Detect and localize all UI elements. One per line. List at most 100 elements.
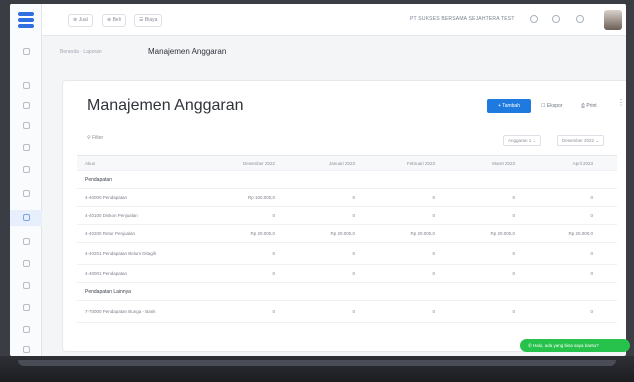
amount-cell — [517, 283, 593, 300]
account-cell: 4-40201 Pendapatan Belum Ditagih — [85, 250, 157, 256]
table-row[interactable]: 4-40200 Retur Penjualan Rp 20.000,0 Rp 20.… — [77, 225, 617, 243]
breadcrumb-reports[interactable]: Laporan — [83, 49, 101, 55]
sell-button[interactable]: ⊕ Jual — [68, 14, 93, 27]
amount-cell[interactable]: Rp 20.000,0 — [357, 225, 435, 242]
amount-cell — [197, 283, 275, 300]
amount-cell[interactable]: 0 — [517, 243, 593, 264]
products-icon[interactable] — [23, 166, 30, 173]
amount-cell[interactable]: Rp 100.000,0 — [197, 189, 275, 206]
amount-cell[interactable]: 0 — [277, 189, 355, 206]
amount-cell[interactable]: 0 — [437, 265, 515, 282]
header-jan-2023: Januari 2023 — [328, 160, 355, 166]
account-cell: 4-40100 Diskon Penjualan — [85, 213, 138, 218]
amount-cell — [517, 171, 593, 188]
breadcrumb: Beranda · Laporan — [60, 49, 102, 55]
header-account: Akun — [85, 160, 96, 166]
amount-cell[interactable]: 0 — [437, 189, 515, 206]
app-screen: ⊕ Jual ⊕ Beli ☰ Biaya PT SUKSES BERSAMA … — [10, 4, 626, 356]
monitor-stand-edge — [18, 360, 616, 366]
breadcrumb-current: Manajemen Anggaran — [148, 47, 227, 56]
amount-cell[interactable]: 0 — [197, 301, 275, 322]
more-options-icon[interactable]: ⋮ — [617, 98, 625, 107]
table-row[interactable]: 4-40001 Pendapatan 0 0 0 0 0 — [77, 265, 617, 283]
amount-cell — [437, 171, 515, 188]
amount-cell[interactable]: 0 — [197, 207, 275, 224]
reports-icon[interactable] — [23, 214, 30, 221]
amount-cell — [277, 283, 355, 300]
amount-cell[interactable]: 0 — [277, 301, 355, 322]
section-row: Pendapatan Lainnya — [77, 283, 617, 301]
amount-cell[interactable]: 0 — [357, 265, 435, 282]
amount-cell[interactable]: 0 — [357, 243, 435, 264]
settings-menu-icon[interactable] — [23, 304, 30, 311]
filter-button[interactable]: ⚲ Filter — [87, 135, 103, 141]
amount-cell — [437, 283, 515, 300]
amount-cell[interactable]: 0 — [357, 301, 435, 322]
export-button[interactable]: ☐ Ekspor — [541, 99, 562, 113]
account-cell: 4-40001 Pendapatan — [85, 271, 128, 276]
amount-cell[interactable]: Rp 20.000,0 — [277, 225, 355, 242]
buy-button[interactable]: ⊕ Beli — [102, 14, 126, 27]
table-header: Akun Desember 2022 Januari 2023 Februari… — [77, 155, 617, 171]
table-row[interactable]: 7-70000 Pendapatan Bunga - Bank 0 0 0 0 0 — [77, 301, 617, 323]
account-cell: Pendapatan — [85, 176, 112, 183]
account-cell: 4-40200 Retur Penjualan — [85, 231, 136, 236]
amount-cell[interactable]: 0 — [517, 207, 593, 224]
section-row: Pendapatan — [77, 171, 617, 189]
table-row[interactable]: 4-40000 Pendapatan Rp 100.000,0 0 0 0 0 — [77, 189, 617, 207]
header-dec-2022: Desember 2022 — [242, 160, 275, 166]
contacts-icon[interactable] — [23, 144, 30, 151]
breadcrumb-home[interactable]: Beranda — [60, 49, 79, 55]
more-icon[interactable] — [23, 326, 30, 333]
table-row[interactable]: 4-40100 Diskon Penjualan 0 0 0 0 0 — [77, 207, 617, 225]
table-row[interactable]: 4-40201 Pendapatan Belum Ditagih 0 0 0 0 0 — [77, 243, 617, 265]
amount-cell[interactable]: 0 — [437, 243, 515, 264]
amount-cell[interactable]: 0 — [437, 301, 515, 322]
dashboard-icon[interactable] — [23, 48, 30, 55]
accounts-icon[interactable] — [23, 238, 30, 245]
amount-cell[interactable]: 0 — [517, 265, 593, 282]
print-button[interactable]: ⎙ Print — [581, 99, 597, 113]
purchase-icon[interactable] — [23, 102, 30, 109]
amount-cell[interactable]: 0 — [437, 207, 515, 224]
sales-icon[interactable] — [23, 82, 30, 89]
budget-table: Akun Desember 2022 Januari 2023 Februari… — [77, 155, 617, 323]
amount-cell — [197, 171, 275, 188]
avatar[interactable] — [604, 10, 622, 30]
help-icon[interactable] — [530, 15, 538, 23]
account-cell: Pendapatan Lainnya — [85, 288, 131, 295]
collapse-icon[interactable] — [23, 346, 30, 353]
inventory-icon[interactable] — [23, 282, 30, 289]
expense-icon[interactable] — [23, 122, 30, 129]
header-feb-2023: Februari 2023 — [406, 160, 435, 166]
page-title: Manajemen Anggaran — [87, 97, 244, 114]
period-select[interactable]: Desember 2022 ⌄ — [557, 135, 605, 146]
account-cell: 4-40000 Pendapatan — [85, 195, 128, 200]
app-logo[interactable] — [18, 12, 34, 32]
top-bar: ⊕ Jual ⊕ Beli ☰ Biaya PT SUKSES BERSAMA … — [42, 4, 626, 36]
amount-cell[interactable]: 0 — [357, 189, 435, 206]
amount-cell[interactable]: 0 — [197, 265, 275, 282]
budget-select[interactable]: Anggaran 1 ⌄ — [503, 135, 542, 146]
amount-cell[interactable]: 0 — [517, 301, 593, 322]
amount-cell[interactable]: Rp 20.000,0 — [437, 225, 515, 242]
amount-cell[interactable]: Rp 20.000,0 — [197, 225, 275, 242]
amount-cell[interactable]: 0 — [357, 207, 435, 224]
expense-button[interactable]: ☰ Biaya — [134, 14, 163, 27]
notification-icon[interactable] — [576, 15, 584, 23]
add-budget-button[interactable]: + Tambah — [487, 99, 531, 113]
amount-cell — [277, 171, 355, 188]
amount-cell[interactable]: 0 — [517, 189, 593, 206]
sidebar — [10, 4, 42, 356]
settings-icon[interactable] — [552, 15, 560, 23]
amount-cell — [357, 283, 435, 300]
cash-bank-icon[interactable] — [23, 260, 30, 267]
amount-cell[interactable]: 0 — [197, 243, 275, 264]
amount-cell[interactable]: 0 — [277, 207, 355, 224]
assets-icon[interactable] — [23, 190, 30, 197]
amount-cell[interactable]: 0 — [277, 243, 355, 264]
company-name[interactable]: PT SUKSES BERSAMA SEJAHTERA TEST — [410, 16, 515, 22]
chat-widget-button[interactable]: ✆ Halo, ada yang bisa saya bantu? — [520, 339, 630, 352]
amount-cell[interactable]: 0 — [277, 265, 355, 282]
amount-cell[interactable]: Rp 20.000,0 — [517, 225, 593, 242]
